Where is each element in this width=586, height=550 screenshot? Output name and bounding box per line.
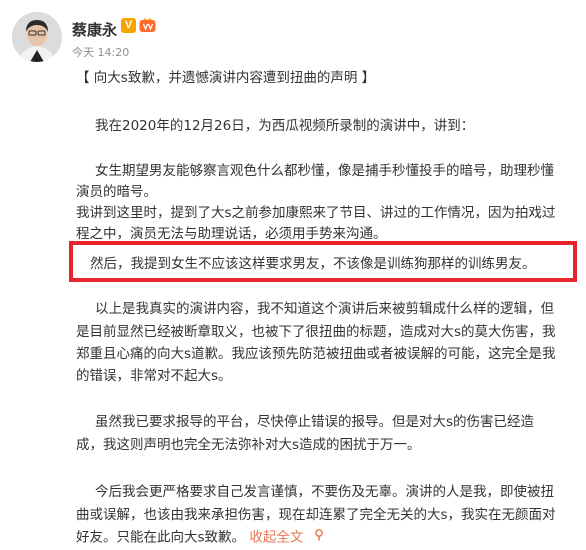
paragraph-6-line-3-text: 好友。只能在此向大s致歉。 — [76, 529, 246, 546]
paragraph-5-line-1: 虽然我已要求报导的平台，尽快停止错误的报导。但是对大s的伤害已经造 — [95, 414, 535, 430]
pin-icon[interactable] — [314, 527, 324, 548]
author-name[interactable]: 蔡康永 — [72, 19, 117, 40]
clipped-line-region: 程之中，演员无法与助理说话，必须用手势来沟通。 — [0, 224, 586, 242]
paragraph-3-line-2: 程之中，演员无法与助理说话，必须用手势来沟通。 — [76, 226, 387, 242]
verified-icon: V — [121, 18, 136, 33]
paragraph-6-line-3: 好友。只能在此向大s致歉。 收起全文 — [76, 527, 324, 549]
paragraph-1: 我在2020年的12月26日，为西瓜视频所录制的演讲中，讲到： — [95, 118, 475, 134]
post-time[interactable]: 今天 14:20 — [72, 44, 129, 60]
paragraph-4-line-4: 的错误，非常对不起大s。 — [76, 368, 232, 384]
avatar[interactable] — [12, 12, 62, 62]
paragraph-6-line-1: 今后我会更严格要求自己发言谨慎，不要伤及无辜。演讲的人是我，即使被扭 — [95, 484, 554, 500]
paragraph-5-line-2: 成，我这则声明也完全无法弥补对大s造成的困扰于万一。 — [76, 437, 421, 453]
highlighted-sentence: 然后，我提到女生不应该这样要求男友，不该像是训练狗那样的训练男友。 — [90, 256, 536, 272]
paragraph-2-line-1: 女生期望男友能够察言观色什么都秒懂，像是捕手秒懂投手的暗号，助理秒懂 — [95, 163, 554, 179]
collapse-link[interactable]: 收起全文 — [249, 530, 303, 546]
avatar-image — [12, 12, 62, 62]
paragraph-4-line-1: 以上是我真实的演讲内容，我不知道这个演讲后来被剪辑成什么样的逻辑，但 — [95, 301, 554, 317]
member-icon — [139, 18, 156, 33]
paragraph-4-line-3: 郑重且心痛的向大s道歉。我应该预先防范被扭曲或者被误解的可能，这完全是我 — [76, 346, 556, 362]
paragraph-3-line-1: 我讲到这里时，提到了大s之前参加康熙来了节目、讲过的工作情况，因为拍戏过 — [76, 205, 556, 221]
paragraph-4-line-2: 是目前显然已经被断章取义，也被下了很扭曲的标题，造成对大s的莫大伤害，我 — [76, 324, 556, 340]
paragraph-6-line-2: 曲或误解，也该由我来承担伤害，现在却连累了完全无关的大s，我实在无颜面对 — [76, 507, 556, 523]
paragraph-2-line-2: 演员的暗号。 — [76, 184, 157, 200]
post-title: 【 向大s致歉，并遗憾演讲内容遭到扭曲的声明 】 — [76, 70, 376, 86]
